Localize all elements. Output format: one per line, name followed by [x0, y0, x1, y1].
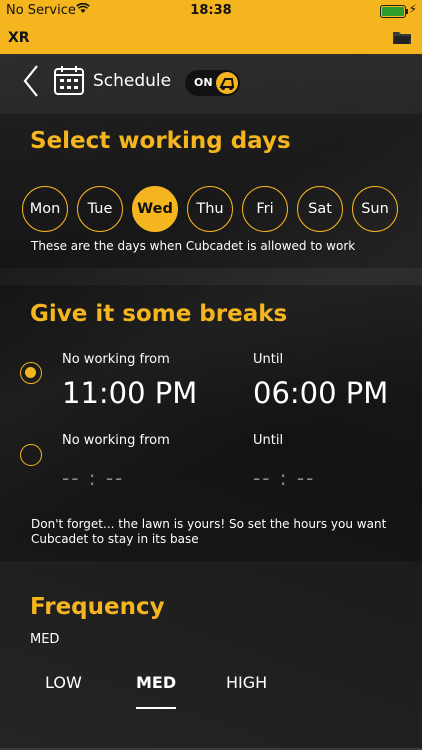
break-1-from-label: No working from	[62, 352, 170, 367]
clock: 18:38	[190, 3, 232, 18]
break-2-until-label: Until	[253, 433, 284, 448]
frequency-heading: Frequency	[30, 594, 165, 620]
page-title: Schedule	[93, 71, 172, 91]
break-1-until-time[interactable]: 06:00 PM	[253, 376, 388, 410]
working-days-note: These are the days when Cubcadet is allo…	[31, 239, 356, 253]
app-bar: XR	[0, 22, 422, 54]
schedule-header: Schedule ON	[0, 54, 422, 108]
break-2-until-time[interactable]: -- : --	[253, 466, 315, 490]
breaks-note-line-2: Cubcadet to stay in its base	[31, 532, 199, 546]
day-thu[interactable]: Thu	[187, 186, 233, 232]
calendar-icon	[53, 64, 85, 100]
day-fri[interactable]: Fri	[242, 186, 288, 232]
break-1-radio[interactable]	[20, 362, 42, 384]
frequency-current-value: MED	[30, 632, 60, 647]
break-2-from-label: No working from	[62, 433, 170, 448]
working-days-heading: Select working days	[30, 128, 291, 154]
mower-icon	[216, 72, 238, 94]
day-sat[interactable]: Sat	[297, 186, 343, 232]
charging-icon: ⚡	[408, 2, 417, 16]
break-2-from-time[interactable]: -- : --	[62, 466, 124, 490]
folder-icon[interactable]	[392, 29, 412, 45]
break-2-radio[interactable]	[20, 444, 42, 466]
frequency-high-option[interactable]: HIGH	[226, 673, 267, 692]
frequency-selected-indicator	[136, 707, 176, 709]
day-wed[interactable]: Wed	[132, 186, 178, 232]
back-chevron-icon[interactable]	[22, 64, 40, 102]
frequency-med-option[interactable]: MED	[136, 673, 176, 692]
breaks-note-line-1: Don't forget... the lawn is yours! So se…	[31, 517, 387, 531]
day-sun[interactable]: Sun	[352, 186, 398, 232]
frequency-low-option[interactable]: LOW	[45, 673, 82, 692]
day-tue[interactable]: Tue	[77, 186, 123, 232]
day-mon[interactable]: Mon	[22, 186, 68, 232]
break-1-until-label: Until	[253, 352, 284, 367]
status-bar: No Service 18:38 ⚡	[0, 0, 422, 22]
schedule-toggle[interactable]: ON	[185, 70, 240, 96]
break-1-from-time[interactable]: 11:00 PM	[62, 376, 197, 410]
toggle-label: ON	[194, 76, 213, 89]
battery-icon	[380, 5, 408, 18]
app-title: XR	[8, 30, 30, 46]
breaks-heading: Give it some breaks	[30, 301, 288, 327]
